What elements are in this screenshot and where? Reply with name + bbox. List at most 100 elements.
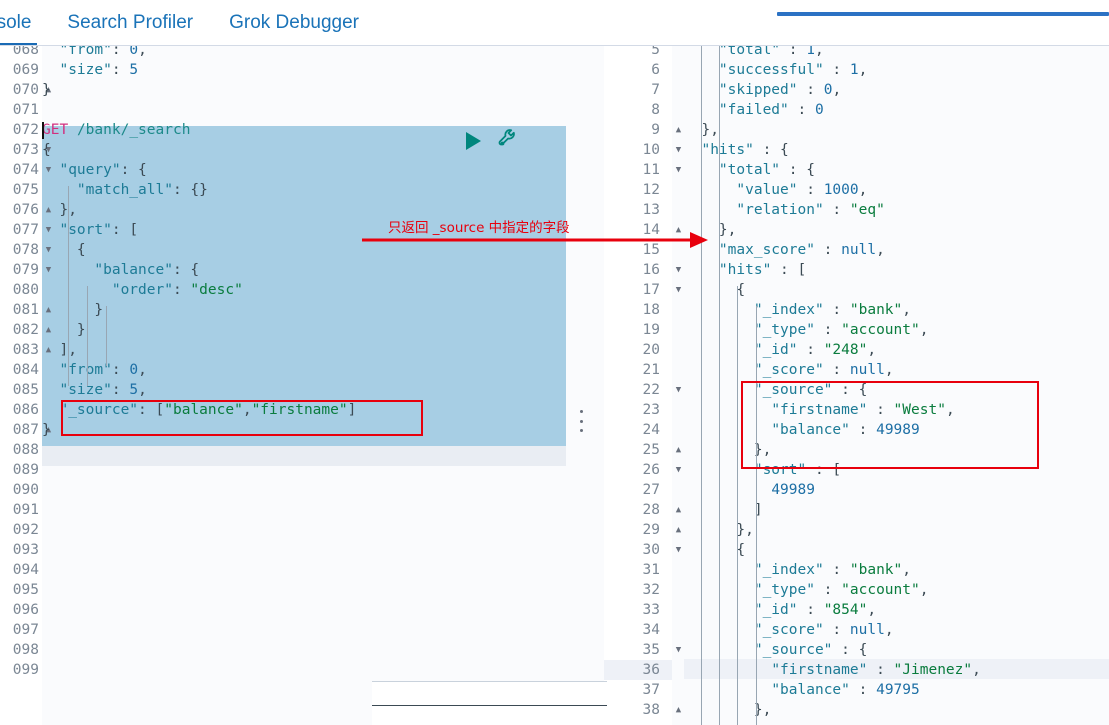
code-line[interactable]: "_source": ["balance","firstname"]: [42, 400, 604, 420]
line-number-text: 081: [12, 302, 39, 318]
code-line[interactable]: "_score" : null,: [684, 620, 1109, 640]
code-line[interactable]: }: [42, 80, 604, 100]
fold-up-icon[interactable]: ▲: [673, 220, 684, 240]
code-line[interactable]: "order": "desc": [42, 280, 604, 300]
play-icon[interactable]: [466, 132, 481, 150]
code-line[interactable]: "_type" : "account",: [684, 580, 1109, 600]
code-line[interactable]: ]: [684, 500, 1109, 520]
fold-down-icon[interactable]: ▼: [673, 140, 684, 160]
code-line[interactable]: "_source" : {: [684, 640, 1109, 660]
line-number-text: 11: [642, 162, 660, 178]
code-line[interactable]: {: [42, 240, 604, 260]
fold-down-icon[interactable]: ▼: [673, 260, 684, 280]
code-line[interactable]: },: [684, 120, 1109, 140]
code-line[interactable]: "_index" : "bank",: [684, 560, 1109, 580]
code-line[interactable]: "_id" : "248",: [684, 340, 1109, 360]
code-line[interactable]: },: [684, 700, 1109, 720]
fold-up-icon[interactable]: ▲: [673, 500, 684, 520]
tab-search-profiler[interactable]: Search Profiler: [49, 0, 211, 46]
request-editor[interactable]: 068 069 070 ▲ 071 072 073 ▼ 074 ▼ 075 076 ▲ 077 ▼ 078 ▼ 0…: [0, 46, 604, 725]
code-line[interactable]: "from": 0,: [42, 360, 604, 380]
code-line[interactable]: [42, 560, 604, 580]
fold-down-icon[interactable]: ▼: [673, 640, 684, 660]
fold-down-icon[interactable]: ▼: [673, 280, 684, 300]
code-line[interactable]: "successful" : 1,: [684, 60, 1109, 80]
code-line[interactable]: "hits" : [: [684, 260, 1109, 280]
wrench-icon[interactable]: [497, 127, 519, 155]
code-line[interactable]: [42, 660, 604, 680]
code-line[interactable]: "_type" : "account",: [684, 320, 1109, 340]
code-line[interactable]: [42, 640, 604, 660]
code-line[interactable]: }: [42, 420, 604, 440]
response-code-area[interactable]: "total" : 1, "successful" : 1, "skipped"…: [684, 46, 1109, 725]
request-action-icons[interactable]: [466, 126, 566, 156]
code-line[interactable]: [42, 480, 604, 500]
code-line[interactable]: }: [42, 300, 604, 320]
fold-up-icon[interactable]: ▲: [673, 120, 684, 140]
code-line[interactable]: [42, 500, 604, 520]
code-line[interactable]: "sort" : [: [684, 460, 1109, 480]
code-line[interactable]: },: [684, 520, 1109, 540]
response-editor[interactable]: 5 6 7 8 9 ▲ 10 ▼ 11 ▼ 12 13 14 ▲ 15 16 ▼ 17 ▼ 18 19 20 21 22 ▼ 23…: [604, 46, 1109, 725]
code-line[interactable]: "balance" : 49795: [684, 680, 1109, 700]
line-number-text: 092: [12, 522, 39, 538]
code-line[interactable]: },: [684, 440, 1109, 460]
code-line[interactable]: "_score" : null,: [684, 360, 1109, 380]
code-line[interactable]: "balance" : 49989: [684, 420, 1109, 440]
tab-grok-debugger[interactable]: Grok Debugger: [211, 0, 377, 46]
code-line[interactable]: "hits" : {: [684, 140, 1109, 160]
code-line[interactable]: "match_all": {}: [42, 180, 604, 200]
code-line[interactable]: "total" : 1,: [684, 46, 1109, 60]
code-line[interactable]: "value" : 1000,: [684, 180, 1109, 200]
code-line[interactable]: "skipped" : 0,: [684, 80, 1109, 100]
fold-down-icon[interactable]: ▼: [673, 380, 684, 400]
tab-console[interactable]: nsole: [0, 0, 49, 46]
code-line[interactable]: "failed" : 0: [684, 100, 1109, 120]
code-line[interactable]: {: [684, 540, 1109, 560]
splitter-drag-handle[interactable]: [580, 410, 584, 432]
fold-up-icon[interactable]: ▲: [673, 700, 684, 720]
code-line[interactable]: "_id" : "854",: [684, 600, 1109, 620]
line-number-text: 087: [12, 422, 39, 438]
code-line[interactable]: [42, 460, 604, 480]
code-line[interactable]: "max_score" : null,: [684, 240, 1109, 260]
code-line[interactable]: "size": 5,: [42, 380, 604, 400]
code-token-punct: :: [111, 382, 130, 398]
code-line[interactable]: ],: [42, 340, 604, 360]
code-line[interactable]: "firstname" : "West",: [684, 400, 1109, 420]
fold-down-icon[interactable]: ▼: [673, 460, 684, 480]
code-line[interactable]: "balance": {: [42, 260, 604, 280]
line-number-text: 098: [12, 642, 39, 658]
code-line[interactable]: "size": 5: [42, 60, 604, 80]
code-line[interactable]: "_index" : "bank",: [684, 300, 1109, 320]
fold-down-icon[interactable]: ▼: [673, 540, 684, 560]
code-line[interactable]: }: [42, 320, 604, 340]
code-line[interactable]: "_source" : {: [684, 380, 1109, 400]
code-line[interactable]: [42, 520, 604, 540]
code-line[interactable]: {: [684, 280, 1109, 300]
code-token-key: "failed": [718, 102, 789, 118]
code-token-punct: : [: [806, 462, 842, 478]
code-line[interactable]: [42, 620, 604, 640]
code-line[interactable]: "from": 0,: [42, 46, 604, 60]
fold-up-icon[interactable]: ▲: [673, 520, 684, 540]
line-number: 9 ▲: [604, 120, 681, 140]
fold-down-icon[interactable]: ▼: [673, 160, 684, 180]
code-line[interactable]: [42, 100, 604, 120]
indent-guide: [68, 186, 69, 386]
code-line[interactable]: "total" : {: [684, 160, 1109, 180]
code-line[interactable]: },: [684, 220, 1109, 240]
code-line[interactable]: [42, 540, 604, 560]
code-line[interactable]: "firstname" : "Jimenez",: [684, 660, 1109, 680]
code-line[interactable]: [42, 440, 604, 460]
code-line[interactable]: 49989: [684, 480, 1109, 500]
pane-splitter[interactable]: [566, 46, 604, 725]
code-line[interactable]: [42, 580, 604, 600]
code-line[interactable]: [42, 600, 604, 620]
code-line[interactable]: "query": {: [42, 160, 604, 180]
code-line[interactable]: "relation" : "eq": [684, 200, 1109, 220]
bottom-left-fill: [0, 681, 372, 725]
fold-up-icon[interactable]: ▲: [673, 440, 684, 460]
line-number-text: 080: [12, 282, 39, 298]
